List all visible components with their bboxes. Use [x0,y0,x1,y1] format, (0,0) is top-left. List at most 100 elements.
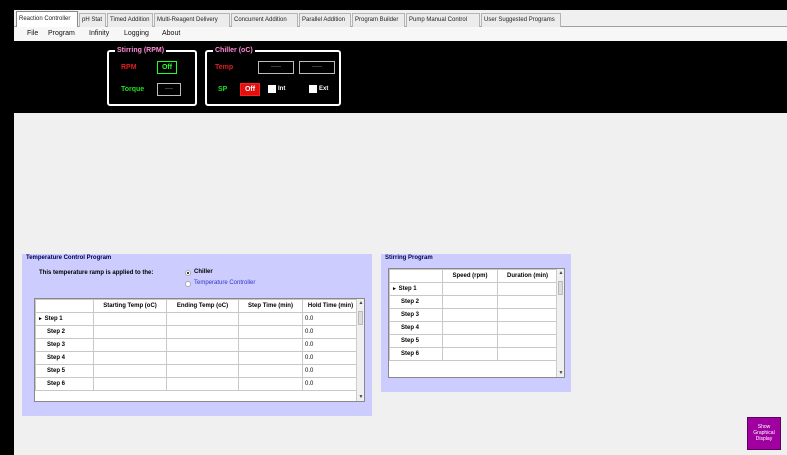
hold-time-cell[interactable]: 0.0 [302,312,359,326]
tab-program-builder[interactable]: Program Builder [352,13,405,27]
ending-temp-cell[interactable] [166,377,239,391]
table-row[interactable]: Step 2 0.0 [35,325,359,339]
column-header [389,269,443,283]
menu-infinity[interactable]: Infinity [89,27,109,41]
stirring-off-button[interactable]: Off [157,61,177,74]
step-time-cell[interactable] [238,377,303,391]
tab-multi-reagent-delivery[interactable]: Multi-Reagent Delivery [154,13,230,27]
menu-file[interactable]: File [27,27,38,41]
row-header[interactable]: ► Step 1 [389,282,443,296]
chiller-off-button[interactable]: Off [240,83,260,96]
row-header[interactable]: Step 2 [389,295,443,309]
speed-cell[interactable] [442,334,498,348]
ending-temp-cell[interactable] [166,312,239,326]
row-header[interactable]: Step 4 [35,351,94,365]
step-time-cell[interactable] [238,312,303,326]
duration-cell[interactable] [497,321,558,335]
temperature-grid-scrollbar[interactable]: ▲ ▼ [356,299,364,401]
table-row[interactable]: Step 6 [389,347,558,361]
duration-cell[interactable] [497,334,558,348]
tab-user-suggested-programs[interactable]: User Suggested Programs [481,13,561,27]
column-header: Step Time (min) [238,299,303,313]
stirring-program-title: Stirring Program [385,255,433,261]
tab-parallel-addition[interactable]: Parallel Addition [299,13,351,27]
hold-time-cell[interactable]: 0.0 [302,364,359,378]
speed-cell[interactable] [442,282,498,296]
scroll-up-icon[interactable]: ▲ [557,270,564,276]
menu-logging[interactable]: Logging [124,27,149,41]
step-time-cell[interactable] [238,364,303,378]
table-row[interactable]: Step 5 [389,334,558,348]
hold-time-cell[interactable]: 0.0 [302,338,359,352]
table-row[interactable]: Step 3 0.0 [35,338,359,352]
row-header[interactable]: Step 5 [35,364,94,378]
starting-temp-cell[interactable] [93,364,167,378]
ending-temp-cell[interactable] [166,338,239,352]
ending-temp-cell[interactable] [166,364,239,378]
starting-temp-cell[interactable] [93,325,167,339]
ending-temp-cell[interactable] [166,325,239,339]
starting-temp-cell[interactable] [93,312,167,326]
starting-temp-cell[interactable] [93,338,167,352]
hold-time-cell[interactable]: 0.0 [302,325,359,339]
stirring-grid-scrollbar[interactable]: ▲ ▼ [556,269,564,377]
menu-program[interactable]: Program [48,27,75,41]
speed-cell[interactable] [442,295,498,309]
row-header[interactable]: Step 5 [389,334,443,348]
temperature-controller-radio[interactable] [185,281,191,287]
row-header[interactable]: Step 6 [35,377,94,391]
column-header [35,299,94,313]
current-row-icon: ► [392,286,397,292]
table-row[interactable]: Step 6 0.0 [35,377,359,391]
hold-time-cell[interactable]: 0.0 [302,351,359,365]
table-row[interactable]: Step 4 [389,321,558,335]
tab-concurrent-addition[interactable]: Concurrent Addition [231,13,298,27]
menu-about[interactable]: About [162,27,180,41]
table-row[interactable]: Step 4 0.0 [35,351,359,365]
row-header[interactable]: Step 4 [389,321,443,335]
temperature-program-grid[interactable]: Starting Temp (oC) Ending Temp (oC) Step… [34,298,365,402]
speed-cell[interactable] [442,321,498,335]
table-row[interactable]: ► Step 1 0.0 [35,312,359,326]
scroll-down-icon[interactable]: ▼ [557,370,564,376]
stirring-program-grid[interactable]: Speed (rpm) Duration (min) ► Step 1 Step… [388,268,565,378]
tab-bar: Reaction Controller pH Stat Timed Additi… [14,10,787,27]
show-graphical-display-button[interactable]: Show Graphical Display [747,417,781,450]
tab-ph-stat[interactable]: pH Stat [79,13,106,27]
scroll-thumb[interactable] [358,311,363,325]
scroll-up-icon[interactable]: ▲ [357,300,364,306]
column-header: Starting Temp (oC) [93,299,167,313]
ending-temp-cell[interactable] [166,351,239,365]
duration-cell[interactable] [497,295,558,309]
speed-cell[interactable] [442,308,498,322]
table-row[interactable]: Step 2 [389,295,558,309]
int-label: Int [278,86,286,92]
chiller-radio[interactable] [185,270,191,276]
tab-reaction-controller[interactable]: Reaction Controller [16,11,78,27]
duration-cell[interactable] [497,347,558,361]
table-row[interactable]: Step 3 [389,308,558,322]
row-header[interactable]: ► Step 1 [35,312,94,326]
int-checkbox[interactable] [268,85,276,93]
speed-cell[interactable] [442,347,498,361]
step-time-cell[interactable] [238,338,303,352]
row-header[interactable]: Step 2 [35,325,94,339]
duration-cell[interactable] [497,308,558,322]
hold-time-cell[interactable]: 0.0 [302,377,359,391]
ext-checkbox[interactable] [309,85,317,93]
row-header[interactable]: Step 3 [389,308,443,322]
row-label: Step 1 [398,286,417,292]
starting-temp-cell[interactable] [93,351,167,365]
tab-timed-addition[interactable]: Timed Addition [107,13,153,27]
row-header[interactable]: Step 6 [389,347,443,361]
table-row[interactable]: Step 5 0.0 [35,364,359,378]
starting-temp-cell[interactable] [93,377,167,391]
scroll-thumb[interactable] [558,281,563,295]
duration-cell[interactable] [497,282,558,296]
step-time-cell[interactable] [238,351,303,365]
table-row[interactable]: ► Step 1 [389,282,558,296]
step-time-cell[interactable] [238,325,303,339]
row-header[interactable]: Step 3 [35,338,94,352]
tab-pump-manual-control[interactable]: Pump Manual Control [406,13,480,27]
scroll-down-icon[interactable]: ▼ [357,394,364,400]
